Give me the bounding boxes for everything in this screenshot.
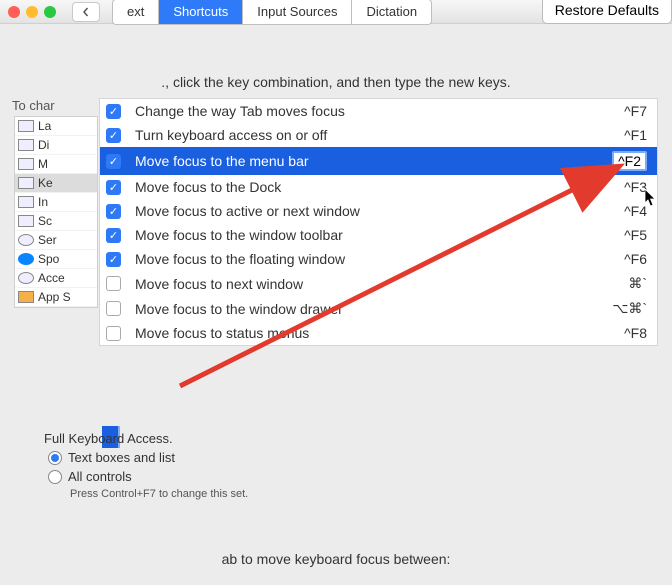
shortcut-label: Turn keyboard access on or off (135, 127, 610, 143)
shortcut-key[interactable]: ^F6 (624, 251, 647, 267)
sidebar-item-keyboard[interactable]: Ke (15, 174, 97, 193)
sidebar-item-spotlight[interactable]: Spo (15, 250, 97, 269)
shortcut-label: Change the way Tab moves focus (135, 103, 610, 119)
shortcut-label: Move focus to next window (135, 276, 614, 292)
shortcut-key[interactable]: ^F5 (624, 227, 647, 243)
chevron-left-icon (81, 7, 91, 17)
shortcut-checkbox[interactable]: ✓ (106, 204, 121, 219)
spotlight-icon (18, 253, 34, 265)
shortcut-checkbox[interactable]: ✓ (106, 276, 121, 291)
shortcut-checkbox[interactable]: ✓ (106, 252, 121, 267)
sidebar-item-screenshots[interactable]: Sc (15, 212, 97, 231)
sidebar-item-app-shortcuts[interactable]: App S (15, 288, 97, 307)
sidebar-item-label: Spo (38, 252, 59, 266)
keyboard-icon (18, 177, 34, 189)
restore-defaults-button[interactable]: Restore Defaults (542, 0, 672, 24)
shortcut-checkbox[interactable]: ✓ (106, 154, 121, 169)
shortcut-checkbox[interactable]: ✓ (106, 104, 121, 119)
shortcut-label: Move focus to the window drawer (135, 301, 598, 317)
shortcut-checkbox[interactable]: ✓ (106, 128, 121, 143)
radio-icon (48, 451, 62, 465)
shortcut-row[interactable]: ✓ Move focus to the Dock ^F3 (100, 175, 657, 199)
tab-text[interactable]: ext (113, 0, 159, 24)
radio-label: All controls (68, 469, 132, 484)
shortcut-row[interactable]: ✓ Move focus to the floating window ^F6 (100, 247, 657, 271)
radio-all-controls[interactable]: All controls (48, 469, 248, 484)
shortcut-checkbox[interactable]: ✓ (106, 180, 121, 195)
sidebar-item-label: App S (38, 290, 71, 304)
sidebar-item-display[interactable]: Di (15, 136, 97, 155)
sidebar-item-services[interactable]: Ser (15, 231, 97, 250)
mission-control-icon (18, 158, 34, 170)
category-sidebar[interactable]: La Di M Ke In Sc Ser Spo Acce App S (14, 116, 98, 308)
shortcut-list[interactable]: ✓ Change the way Tab moves focus ^F7 ✓ Turn … (99, 98, 658, 346)
shortcut-key[interactable]: ⌥⌘` (612, 300, 647, 317)
nav-back-button[interactable] (72, 2, 100, 22)
footer-hint: ab to move keyboard focus between: (0, 551, 672, 567)
shortcut-row[interactable]: ✓ Move focus to the window toolbar ^F5 (100, 223, 657, 247)
sidebar-item-label: Ser (38, 233, 57, 247)
sidebar-item-label: In (38, 195, 48, 209)
shortcut-row[interactable]: ✓ Change the way Tab moves focus ^F7 (100, 99, 657, 123)
shortcut-row[interactable]: ✓ Move focus to active or next window ^F4 (100, 199, 657, 223)
display-icon (18, 139, 34, 151)
shortcut-key[interactable]: ^F8 (624, 325, 647, 341)
shortcut-label: Move focus to active or next window (135, 203, 610, 219)
shortcut-key[interactable]: ^F7 (624, 103, 647, 119)
accessibility-icon (18, 272, 34, 284)
mouse-cursor-icon (645, 189, 657, 207)
radio-label: Text boxes and list (68, 450, 175, 465)
tab-dictation[interactable]: Dictation (352, 0, 431, 24)
sidebar-item-input-sources[interactable]: In (15, 193, 97, 212)
shortcut-key[interactable]: ⌘` (628, 275, 647, 292)
sidebar-item-label: La (38, 119, 51, 133)
shortcut-key[interactable]: ^F4 (624, 203, 647, 219)
instruction-text: ., click the key combination, and then t… (0, 74, 672, 90)
sidebar-item-label: Ke (38, 176, 53, 190)
shortcut-checkbox[interactable]: ✓ (106, 326, 121, 341)
sidebar-item-label: Di (38, 138, 49, 152)
shortcut-label: Move focus to the menu bar (135, 153, 598, 169)
shortcut-row[interactable]: ✓ Move focus to status menus ^F8 (100, 321, 657, 345)
radio-icon (48, 470, 62, 484)
sidebar-item-label: Acce (38, 271, 65, 285)
shortcut-row[interactable]: ✓ Move focus to next window ⌘` (100, 271, 657, 296)
sidebar-heading: To char (12, 98, 55, 113)
shortcut-key[interactable]: ^F2 (612, 151, 647, 171)
shortcut-checkbox[interactable]: ✓ (106, 228, 121, 243)
sidebar-item-launchpad[interactable]: La (15, 117, 97, 136)
shortcut-row[interactable]: ✓ Turn keyboard access on or off ^F1 (100, 123, 657, 147)
radio-text-boxes[interactable]: Text boxes and list (48, 450, 248, 465)
shortcut-row[interactable]: ✓ Move focus to the window drawer ⌥⌘` (100, 296, 657, 321)
app-shortcuts-icon (18, 291, 34, 303)
shortcut-label: Move focus to the Dock (135, 179, 610, 195)
launchpad-icon (18, 120, 34, 132)
tab-input-sources[interactable]: Input Sources (243, 0, 352, 24)
shortcut-checkbox[interactable]: ✓ (106, 301, 121, 316)
screenshots-icon (18, 215, 34, 227)
zoom-window-button[interactable] (44, 6, 56, 18)
minimize-window-button[interactable] (26, 6, 38, 18)
shortcut-label: Move focus to the window toolbar (135, 227, 610, 243)
shortcut-row[interactable]: ✓ Move focus to the menu bar ^F2 (100, 147, 657, 175)
help-text: Press Control+F7 to change this set. (70, 488, 248, 500)
shortcut-key[interactable]: ^F1 (624, 127, 647, 143)
sidebar-item-label: Sc (38, 214, 52, 228)
tab-shortcuts[interactable]: Shortcuts (159, 0, 243, 24)
input-sources-icon (18, 196, 34, 208)
close-window-button[interactable] (8, 6, 20, 18)
shortcut-label: Move focus to status menus (135, 325, 610, 341)
sidebar-item-accessibility[interactable]: Acce (15, 269, 97, 288)
sidebar-item-mission-control[interactable]: M (15, 155, 97, 174)
sidebar-item-label: M (38, 157, 48, 171)
full-keyboard-access-label: Full Keyboard Access. (44, 431, 248, 446)
shortcut-key[interactable]: ^F3 (624, 179, 647, 195)
services-icon (18, 234, 34, 246)
shortcut-label: Move focus to the floating window (135, 251, 610, 267)
prefpane-tabs: ext Shortcuts Input Sources Dictation (112, 0, 432, 25)
